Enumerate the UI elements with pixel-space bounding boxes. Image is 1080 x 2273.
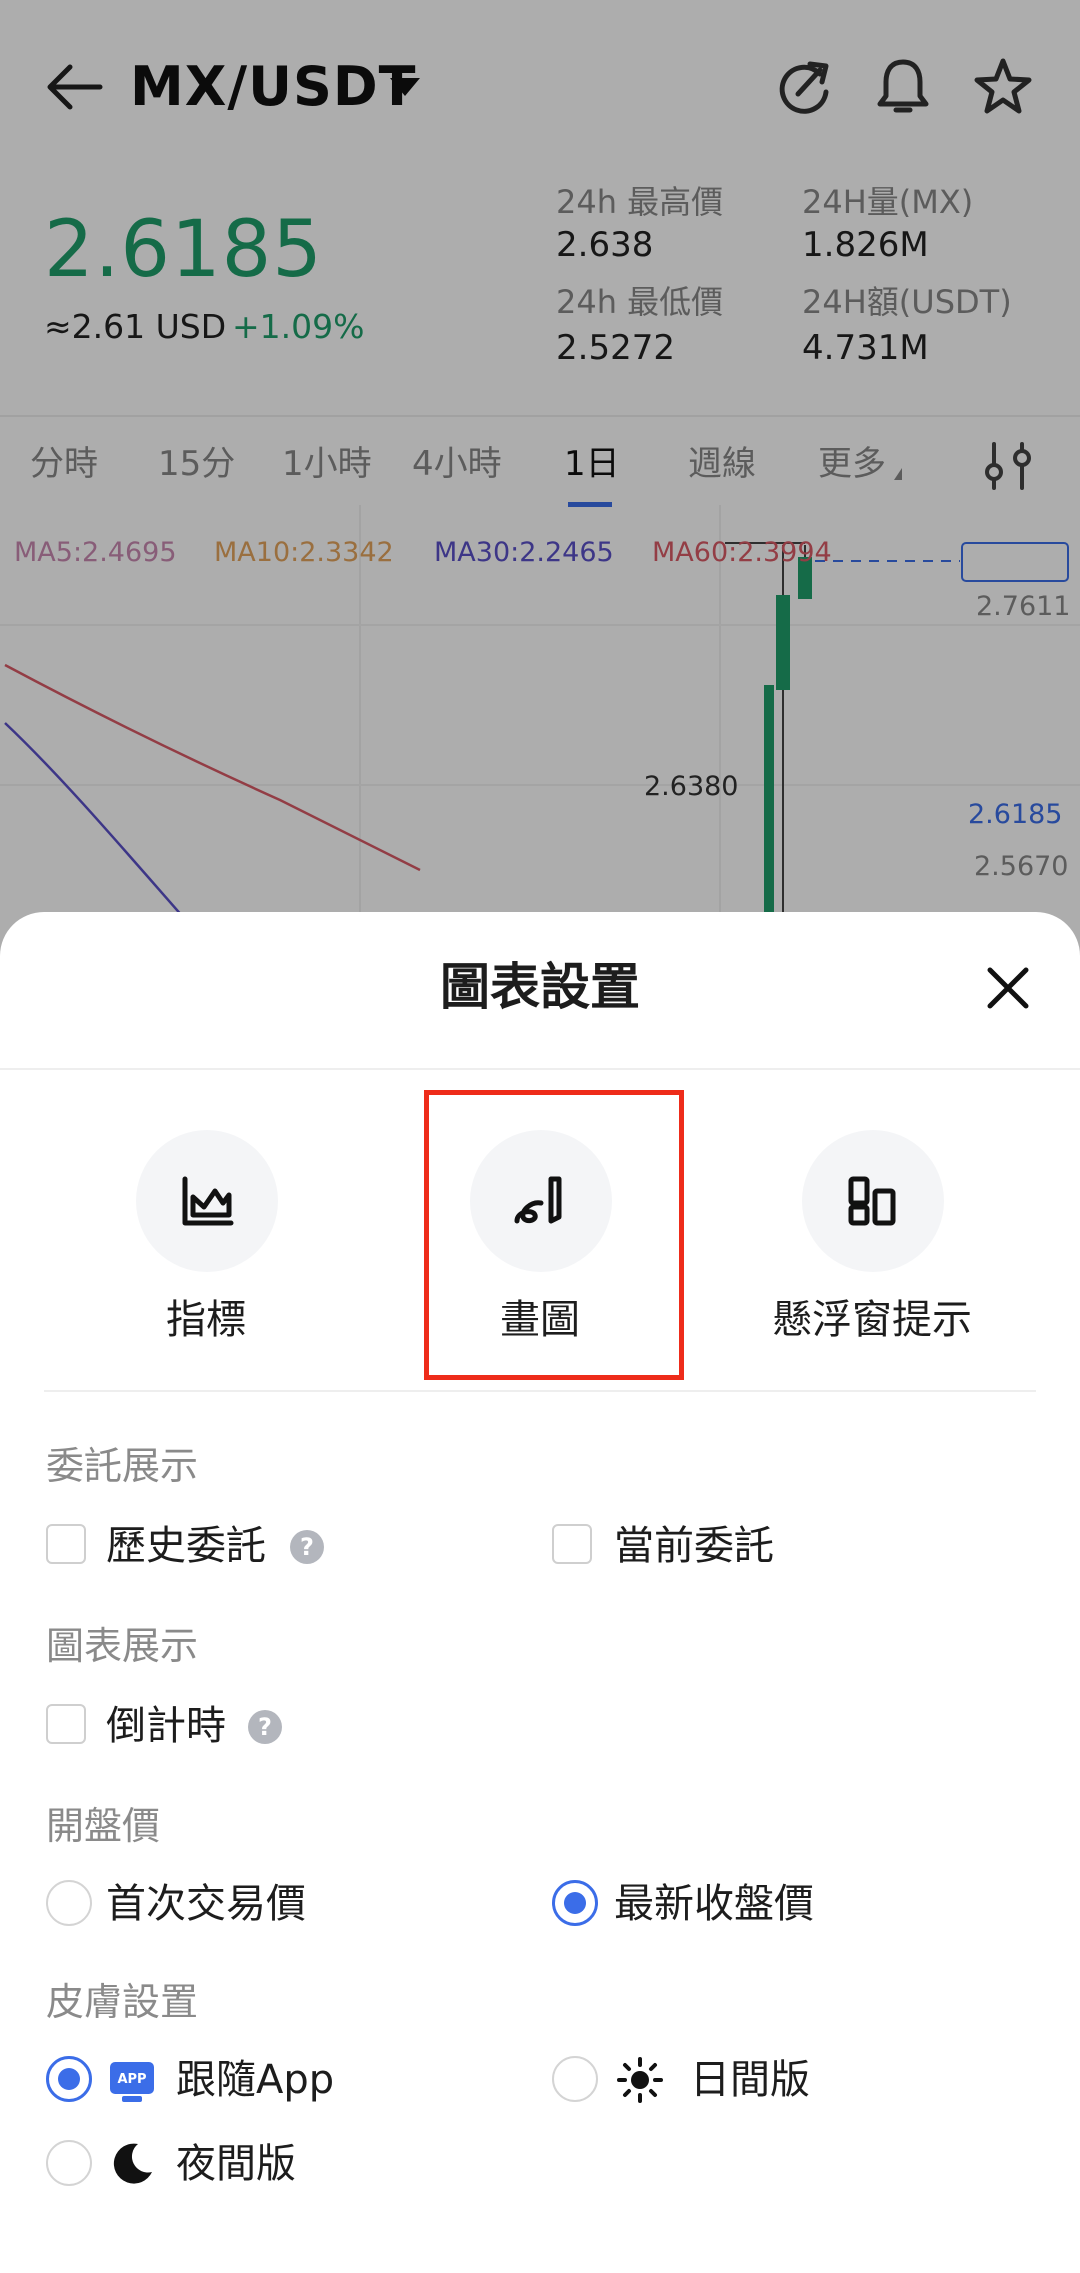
indicator-tool-circle bbox=[136, 1130, 278, 1272]
help-icon[interactable]: ? bbox=[248, 1710, 282, 1744]
chart-settings-sheet: 圖表設置 指標 畫圖 懸浮窗提示 委託展示 歷史委託 ? 當前委託 圖表展示 倒… bbox=[0, 912, 1080, 2273]
help-icon[interactable]: ? bbox=[290, 1530, 324, 1564]
open-price-section-label: 開盤價 bbox=[46, 1804, 161, 1848]
app-badge-icon: APP bbox=[108, 2056, 156, 2104]
history-orders-checkbox[interactable] bbox=[46, 1524, 86, 1564]
skin-follow-app-radio[interactable] bbox=[46, 2056, 92, 2102]
floating-window-tool-circle bbox=[802, 1130, 944, 1272]
current-orders-option[interactable]: 當前委託 bbox=[552, 1518, 852, 1574]
skin-day-label: 日間版 bbox=[690, 2057, 810, 2103]
app-badge-text: APP bbox=[117, 2072, 146, 2087]
header-divider bbox=[0, 1068, 1080, 1070]
countdown-checkbox[interactable] bbox=[46, 1704, 86, 1744]
highlight-box bbox=[424, 1090, 684, 1380]
indicator-tool[interactable]: 指標 bbox=[56, 1120, 356, 1360]
floating-window-icon bbox=[848, 1176, 896, 1226]
first-trade-price-option[interactable]: 首次交易價 bbox=[46, 1876, 346, 1932]
history-orders-option[interactable]: 歷史委託 ? bbox=[46, 1518, 346, 1574]
current-orders-label: 當前委託 bbox=[614, 1523, 774, 1569]
countdown-option[interactable]: 倒計時 ? bbox=[46, 1698, 346, 1754]
skin-night-label: 夜間版 bbox=[176, 2141, 296, 2187]
trading-page: MX/USDT 2.6185 ≈2.61 USD +1.09% 24h 最高價 … bbox=[0, 0, 1080, 2273]
sun-icon bbox=[617, 2057, 663, 2103]
history-orders-label: 歷史委託 bbox=[106, 1523, 266, 1569]
skin-follow-app-label: 跟隨App bbox=[176, 2057, 335, 2103]
skin-follow-app-option[interactable]: APP 跟隨App bbox=[46, 2052, 386, 2108]
sheet-title: 圖表設置 bbox=[440, 958, 640, 1016]
order-display-section-label: 委託展示 bbox=[46, 1444, 199, 1488]
skin-night-option[interactable]: 夜間版 bbox=[46, 2136, 346, 2192]
countdown-label: 倒計時 bbox=[106, 1703, 226, 1749]
current-orders-checkbox[interactable] bbox=[552, 1524, 592, 1564]
moon-icon bbox=[113, 2143, 152, 2184]
tools-divider bbox=[44, 1390, 1036, 1392]
first-trade-price-radio[interactable] bbox=[46, 1880, 92, 1926]
floating-window-tool[interactable]: 懸浮窗提示 bbox=[722, 1120, 1022, 1360]
floating-window-tool-label: 懸浮窗提示 bbox=[772, 1297, 972, 1343]
latest-close-price-label: 最新收盤價 bbox=[614, 1881, 814, 1927]
indicator-chart-icon bbox=[182, 1176, 234, 1226]
skin-day-radio[interactable] bbox=[552, 2056, 598, 2102]
skin-section-label: 皮膚設置 bbox=[46, 1980, 199, 2024]
latest-close-price-option[interactable]: 最新收盤價 bbox=[552, 1876, 852, 1932]
close-icon[interactable] bbox=[986, 966, 1030, 1010]
latest-close-price-radio[interactable] bbox=[552, 1880, 598, 1926]
skin-day-option[interactable]: 日間版 bbox=[552, 2052, 852, 2108]
indicator-tool-label: 指標 bbox=[166, 1297, 246, 1343]
skin-night-radio[interactable] bbox=[46, 2140, 92, 2186]
first-trade-price-label: 首次交易價 bbox=[106, 1881, 306, 1927]
chart-display-section-label: 圖表展示 bbox=[46, 1624, 199, 1668]
